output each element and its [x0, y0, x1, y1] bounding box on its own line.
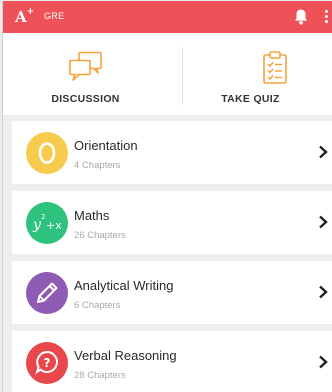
chevron-right-icon — [319, 215, 328, 229]
chapter-count: 26 Chapters — [74, 230, 126, 241]
course-title: Verbal Reasoning — [74, 348, 177, 363]
orientation-icon — [26, 132, 68, 174]
course-title: Maths — [74, 208, 110, 223]
quick-actions: DISCUSSION TAKE QUIZ — [3, 33, 332, 115]
svg-text:+x: +x — [46, 219, 62, 232]
quiz-clipboard-icon — [263, 51, 287, 84]
chapter-count: 28 Chapters — [74, 370, 126, 381]
app-window: A+ GRE DISCUSSION TAKE QUIZ Orientation … — [2, 1, 332, 392]
app-bar: A+ GRE — [3, 1, 332, 33]
svg-text:2: 2 — [41, 213, 45, 221]
course-title: Analytical Writing — [74, 278, 174, 293]
discussion-button[interactable]: DISCUSSION — [3, 33, 168, 115]
discussion-label: DISCUSSION — [51, 93, 120, 105]
take-quiz-label: TAKE QUIZ — [221, 93, 280, 105]
notification-bell-icon[interactable] — [293, 8, 309, 26]
chevron-right-icon — [319, 285, 328, 299]
overflow-menu-icon[interactable] — [325, 10, 331, 26]
chevron-right-icon — [319, 355, 328, 369]
exam-name: GRE — [44, 11, 65, 21]
chapter-count: 4 Chapters — [74, 160, 121, 171]
app-logo: A+ — [15, 7, 35, 26]
course-item-maths[interactable]: y 2 +x Maths 26 Chapters — [12, 191, 332, 254]
course-item-verbal-reasoning[interactable]: ? Verbal Reasoning 28 Chapters — [12, 331, 332, 392]
chevron-right-icon — [319, 145, 328, 159]
pencil-icon — [26, 272, 68, 314]
chapter-count: 6 Chapters — [74, 300, 121, 311]
take-quiz-button[interactable]: TAKE QUIZ — [168, 33, 332, 115]
maths-icon: y 2 +x — [26, 202, 68, 244]
course-item-analytical-writing[interactable]: Analytical Writing 6 Chapters — [12, 261, 332, 324]
discussion-icon — [68, 51, 102, 81]
svg-text:?: ? — [44, 356, 51, 370]
course-title: Orientation — [74, 138, 138, 153]
course-item-orientation[interactable]: Orientation 4 Chapters — [12, 121, 332, 184]
question-bubble-icon: ? — [26, 342, 68, 384]
